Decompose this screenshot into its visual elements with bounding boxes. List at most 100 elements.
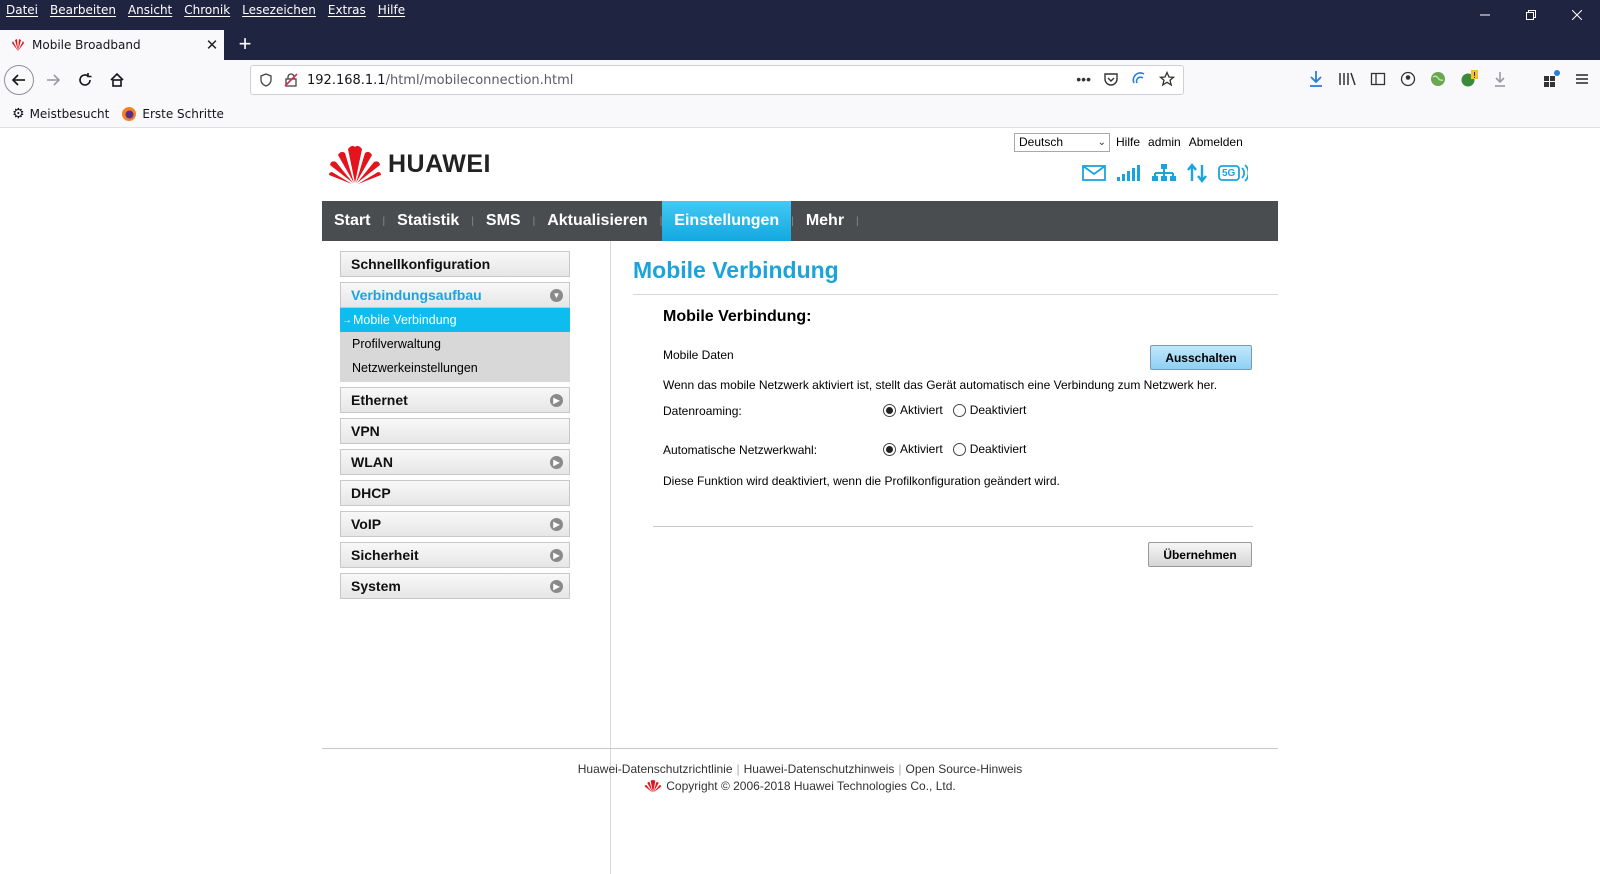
firefox-icon xyxy=(122,106,137,121)
roaming-off-label: Deaktiviert xyxy=(969,403,1027,417)
5g-icon: 5G xyxy=(1218,163,1248,183)
url-actions: ••• xyxy=(1076,71,1175,87)
url-bar[interactable]: 192.168.1.1/html/mobileconnection.html •… xyxy=(250,65,1184,95)
mobile-data-label: Mobile Daten xyxy=(663,348,734,362)
chevron-right-icon: ▶ xyxy=(550,517,563,531)
sidebar-icon[interactable] xyxy=(1370,71,1386,87)
roaming-on-radio[interactable] xyxy=(883,403,896,417)
huawei-favicon-icon xyxy=(12,39,24,51)
account-icon[interactable] xyxy=(1400,71,1416,87)
bookmark-meistbesucht[interactable]: ⚙ Meistbesucht xyxy=(12,106,109,122)
logout-link[interactable]: Abmelden xyxy=(1189,135,1243,149)
nav-einstellungen[interactable]: Einstellungen xyxy=(662,201,792,241)
tab-title: Mobile Broadband xyxy=(32,38,141,52)
sidebar-item-voip[interactable]: VoIP ▶ xyxy=(340,511,570,537)
arrow-right-icon xyxy=(47,74,61,86)
gear-icon: ⚙ xyxy=(12,105,25,122)
nav-aktualisieren[interactable]: Aktualisieren xyxy=(535,201,659,241)
menu-hilfe[interactable]: Hilfe xyxy=(372,0,411,22)
download-arrow-icon[interactable] xyxy=(1492,70,1508,88)
shield-icon[interactable] xyxy=(259,73,273,87)
browser-toolbar: 192.168.1.1/html/mobileconnection.html •… xyxy=(0,60,1600,100)
sidebar-subitem-profilverwaltung[interactable]: Profilverwaltung xyxy=(340,332,570,356)
library-icon[interactable] xyxy=(1338,71,1356,87)
content-separator xyxy=(653,526,1253,527)
menu-bar: Datei Bearbeiten Ansicht Chronik Lesezei… xyxy=(0,0,411,22)
privacy-policy-link[interactable]: Huawei-Datenschutzrichtlinie xyxy=(578,762,733,776)
sidebar-subitem-netzwerkeinstellungen[interactable]: Netzwerkeinstellungen xyxy=(340,356,570,380)
chevron-right-icon: ▶ xyxy=(550,393,563,407)
globe-extension-icon[interactable] xyxy=(1430,71,1446,87)
roaming-on-label: Aktiviert xyxy=(900,403,943,417)
sidebar-subitem-mobile-verbindung[interactable]: → Mobile Verbindung xyxy=(340,308,570,332)
close-tab-icon[interactable]: ✕ xyxy=(200,36,224,54)
auto-network-on-radio[interactable] xyxy=(883,442,896,456)
brand-name: HUAWEI xyxy=(388,149,491,178)
sidebar-item-wlan[interactable]: WLAN ▶ xyxy=(340,449,570,475)
auto-network-label: Automatische Netzwerkwahl: xyxy=(663,443,818,457)
insecure-lock-icon[interactable] xyxy=(283,72,299,88)
menu-bearbeiten[interactable]: Bearbeiten xyxy=(44,0,122,22)
back-button[interactable] xyxy=(4,65,34,95)
auto-network-off-radio[interactable] xyxy=(952,442,966,456)
language-select[interactable]: Deutsch ⌄ xyxy=(1014,133,1110,152)
browser-tab[interactable]: Mobile Broadband ✕ xyxy=(0,30,224,60)
sidebar-item-verbindungsaufbau[interactable]: Verbindungsaufbau ▼ xyxy=(340,282,570,308)
star-bookmark-icon[interactable] xyxy=(1159,71,1175,87)
page-actions-icon[interactable]: ••• xyxy=(1076,71,1091,87)
notice-extension-icon[interactable]: ! xyxy=(1460,70,1478,88)
sidebar-item-system[interactable]: System ▶ xyxy=(340,573,570,599)
svg-text:!: ! xyxy=(1473,71,1476,80)
help-link[interactable]: Hilfe xyxy=(1116,135,1140,149)
sidebar-item-dhcp[interactable]: DHCP xyxy=(340,480,570,506)
forward-button[interactable] xyxy=(38,65,68,95)
sidebar-item-ethernet[interactable]: Ethernet ▶ xyxy=(340,387,570,413)
menu-ansicht[interactable]: Ansicht xyxy=(122,0,178,22)
nav-mehr[interactable]: Mehr xyxy=(794,201,856,241)
extensions-icon[interactable] xyxy=(1542,70,1560,88)
close-window-button[interactable] xyxy=(1554,0,1600,30)
window-controls xyxy=(1462,0,1600,30)
reload-icon xyxy=(79,73,92,86)
arrow-left-icon xyxy=(11,74,25,86)
restore-button[interactable] xyxy=(1508,0,1554,30)
menu-extras[interactable]: Extras xyxy=(322,0,372,22)
mobile-data-toggle-button[interactable]: Ausschalten xyxy=(1150,345,1252,370)
home-icon xyxy=(110,72,124,87)
tracking-icon[interactable] xyxy=(1131,71,1147,87)
chevron-right-icon: ▶ xyxy=(550,579,563,593)
reload-button[interactable] xyxy=(70,65,100,95)
nav-separator: | xyxy=(856,215,859,227)
hamburger-menu-icon[interactable] xyxy=(1574,71,1590,87)
sidebar-item-vpn[interactable]: VPN xyxy=(340,418,570,444)
minimize-button[interactable] xyxy=(1462,0,1508,30)
menu-chronik[interactable]: Chronik xyxy=(178,0,236,22)
sidebar-item-sicherheit[interactable]: Sicherheit ▶ xyxy=(340,542,570,568)
nav-sms[interactable]: SMS xyxy=(474,201,533,241)
nav-statistik[interactable]: Statistik xyxy=(385,201,471,241)
roaming-off-radio[interactable] xyxy=(952,403,966,417)
main-content: Mobile Verbindung Mobile Verbindung: Mob… xyxy=(633,251,1278,567)
data-transfer-icon xyxy=(1187,163,1207,183)
url-text: 192.168.1.1/html/mobileconnection.html xyxy=(307,72,574,88)
menu-datei[interactable]: Datei xyxy=(0,0,44,22)
admin-label: admin xyxy=(1148,135,1181,149)
nav-start[interactable]: Start xyxy=(322,201,382,241)
privacy-notice-link[interactable]: Huawei-Datenschutzhinweis xyxy=(744,762,895,776)
open-source-link[interactable]: Open Source-Hinweis xyxy=(906,762,1023,776)
menu-lesezeichen[interactable]: Lesezeichen xyxy=(236,0,322,22)
section-title: Mobile Verbindung: xyxy=(663,308,812,325)
huawei-small-logo-icon xyxy=(644,779,662,793)
downloads-icon[interactable] xyxy=(1308,70,1324,88)
apply-button[interactable]: Übernehmen xyxy=(1148,542,1252,567)
status-icons: 5G xyxy=(1082,163,1248,183)
sidebar-submenu: → Mobile Verbindung Profilverwaltung Netz… xyxy=(340,308,570,382)
new-tab-button[interactable]: + xyxy=(232,32,258,58)
auto-network-radio-group: Aktiviert Deaktiviert xyxy=(883,442,1026,456)
home-button[interactable] xyxy=(102,65,132,95)
main-nav: Start | Statistik | SMS | Aktualisieren … xyxy=(322,201,1278,241)
sidebar-item-schnellkonfiguration[interactable]: Schnellkonfiguration xyxy=(340,251,570,277)
pocket-icon[interactable] xyxy=(1103,71,1119,87)
bookmark-erste-schritte[interactable]: Erste Schritte xyxy=(121,106,224,122)
mail-icon[interactable] xyxy=(1082,164,1106,182)
